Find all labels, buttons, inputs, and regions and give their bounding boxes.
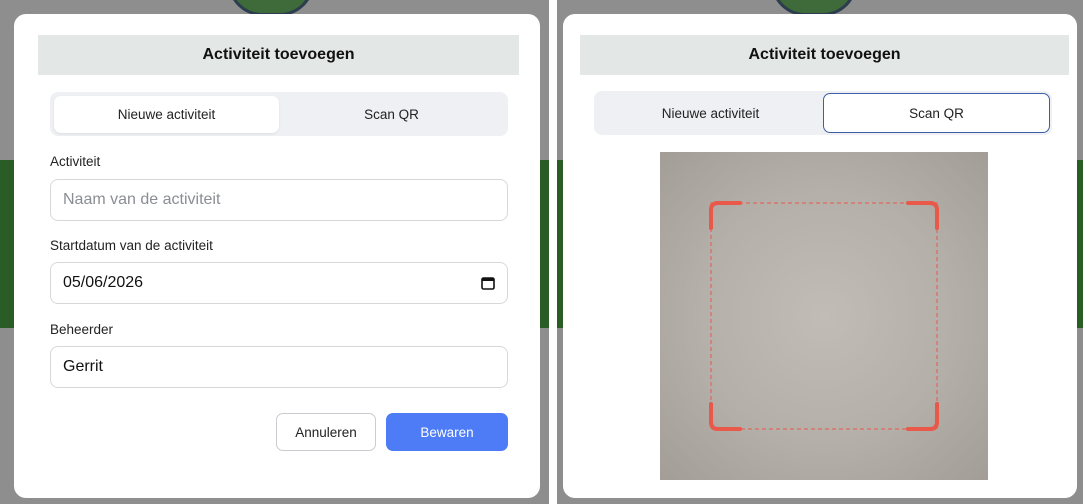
activity-name-input[interactable] bbox=[50, 179, 508, 221]
manager-label: Beheerder bbox=[50, 322, 114, 337]
tab-scan-qr[interactable]: Scan QR bbox=[823, 93, 1050, 133]
qr-camera-viewfinder[interactable] bbox=[660, 152, 988, 480]
manager-value: Gerrit bbox=[63, 358, 103, 375]
start-date-label: Startdatum van de activiteit bbox=[50, 238, 213, 253]
modal-title: Activiteit toevoegen bbox=[580, 35, 1069, 75]
start-date-input[interactable]: 05/06/2026 bbox=[50, 262, 508, 304]
tab-switcher: Nieuwe activiteit Scan QR bbox=[50, 92, 508, 136]
tab-scan-qr[interactable]: Scan QR bbox=[279, 96, 504, 133]
tab-new-activity[interactable]: Nieuwe activiteit bbox=[598, 95, 823, 132]
start-date-value: 05/06/2026 bbox=[63, 274, 144, 291]
calendar-icon[interactable] bbox=[481, 276, 495, 290]
save-button[interactable]: Bewaren bbox=[386, 413, 508, 451]
tab-switcher: Nieuwe activiteit Scan QR bbox=[594, 91, 1052, 135]
cancel-button[interactable]: Annuleren bbox=[276, 413, 376, 451]
activity-label: Activiteit bbox=[50, 154, 101, 169]
tab-new-activity[interactable]: Nieuwe activiteit bbox=[54, 96, 279, 133]
add-activity-modal-scan: Activiteit toevoegen Nieuwe activiteit S… bbox=[563, 14, 1077, 498]
modal-title: Activiteit toevoegen bbox=[38, 35, 519, 75]
panel-separator bbox=[549, 0, 557, 504]
add-activity-modal-form: Activiteit toevoegen Nieuwe activiteit S… bbox=[14, 14, 540, 498]
manager-input[interactable]: Gerrit bbox=[50, 346, 508, 388]
qr-scan-frame bbox=[709, 201, 939, 431]
